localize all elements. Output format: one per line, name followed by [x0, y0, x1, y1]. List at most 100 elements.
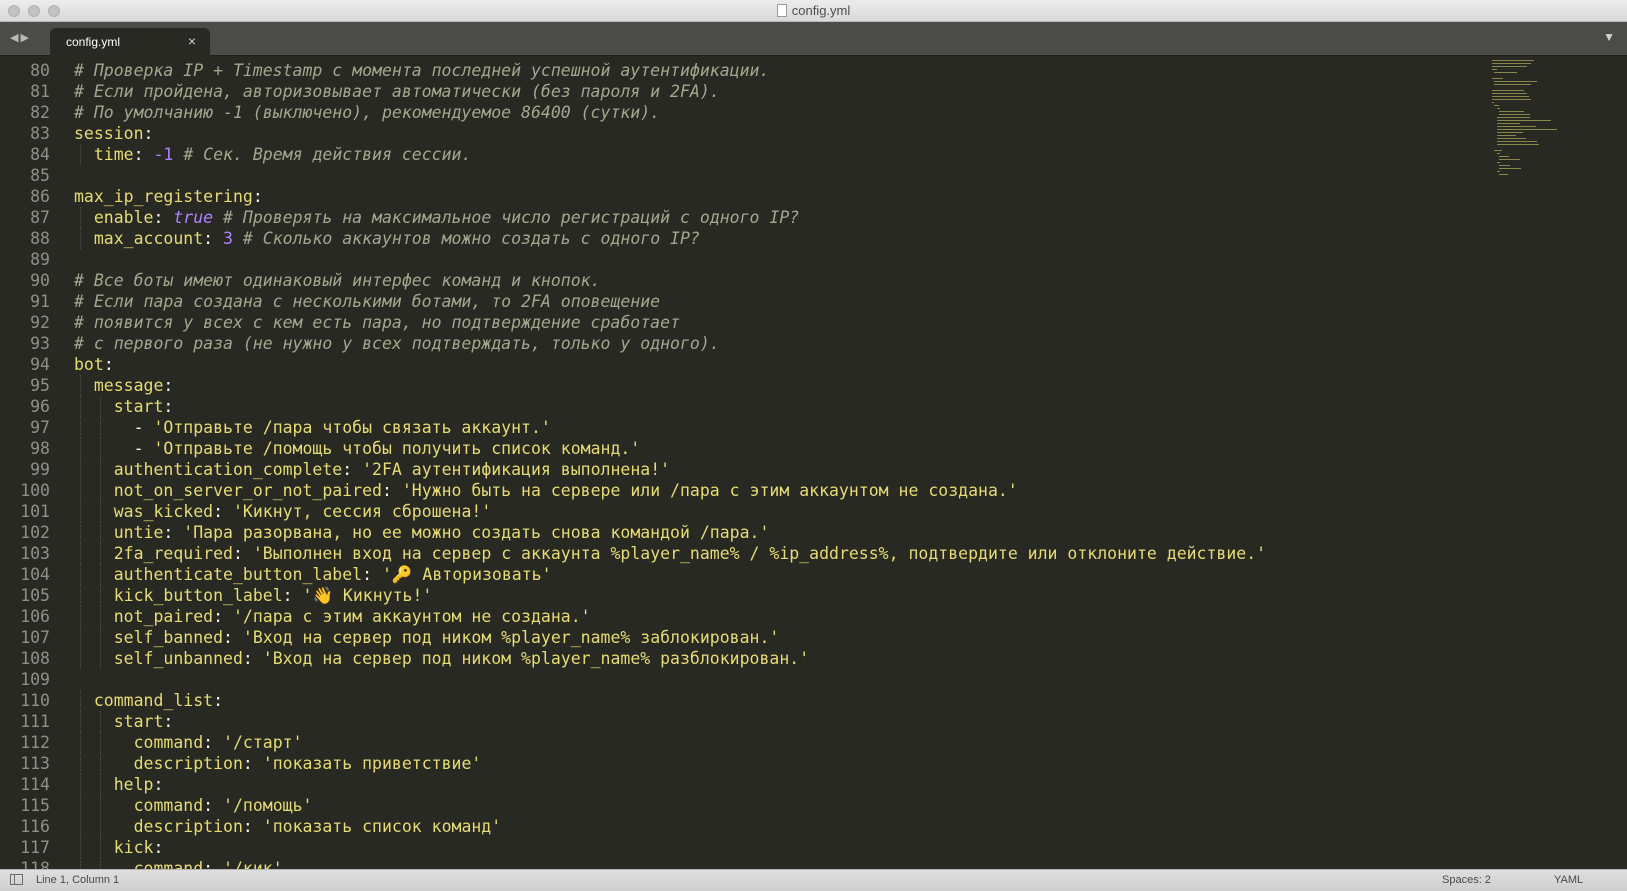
code-token: 'Вход на сервер под ником %player_name% … [242, 628, 780, 647]
code-line[interactable]: # Проверка IP + Timestamp с момента посл… [74, 60, 1474, 81]
document-icon [776, 4, 787, 17]
code-line[interactable]: # Если пройдена, авторизовывает автомати… [74, 81, 1474, 102]
code-line[interactable]: - 'Отправьте /помощь чтобы получить спис… [74, 438, 1474, 459]
code-token: 'Выполнен вход на сервер с аккаунта %pla… [252, 544, 1267, 563]
code-token: not_on_server_or_not_paired [113, 481, 382, 500]
minimap-line [1496, 162, 1500, 163]
minimap-line [1496, 129, 1557, 130]
code-line[interactable]: untie: 'Пара разорвана, но ее можно созд… [74, 522, 1474, 543]
code-line[interactable]: was_kicked: 'Кикнут, сессия сброшена!' [74, 501, 1474, 522]
code-line[interactable]: - 'Отправьте /пара чтобы связать аккаунт… [74, 417, 1474, 438]
line-number: 103 [20, 544, 50, 563]
indentation-setting[interactable]: Spaces: 2 [1442, 874, 1491, 886]
code-token: : [153, 208, 174, 227]
code-line[interactable]: enable: true # Проверять на максимальное… [74, 207, 1474, 228]
code-token: '2FA аутентификация выполнена!' [362, 460, 671, 479]
code-token: : [143, 124, 154, 143]
code-line[interactable]: command_list: [74, 690, 1474, 711]
line-number: 118 [20, 859, 50, 869]
panel-toggle-icon[interactable] [10, 874, 23, 885]
code-token: : [232, 544, 253, 563]
code-line[interactable]: 2fa_required: 'Выполнен вход на сервер с… [74, 543, 1474, 564]
code-token: 'Вход на сервер под ником %player_name% … [262, 649, 810, 668]
minimap-line [1492, 78, 1504, 79]
minimap-line [1492, 60, 1534, 61]
code-line[interactable]: # с первого раза (не нужно у всех подтве… [74, 333, 1474, 354]
code-token: authentication_complete [113, 460, 343, 479]
code-token: 'Нужно быть на сервере или /пара с этим … [401, 481, 1018, 500]
indent-guide [79, 585, 81, 606]
code-line[interactable]: # Если пара создана с несколькими ботами… [74, 291, 1474, 312]
indent-guide [79, 543, 81, 564]
code-line[interactable]: time: -1 # Сек. Время действия сессии. [74, 144, 1474, 165]
dropdown-menu-icon[interactable]: ▼ [1603, 30, 1615, 44]
code-line[interactable]: message: [74, 375, 1474, 396]
code-line[interactable]: command: '/помощь' [74, 795, 1474, 816]
code-line[interactable]: description: 'показать список команд' [74, 816, 1474, 837]
code-token: '/кик' [223, 859, 283, 869]
code-line[interactable]: start: [74, 711, 1474, 732]
code-token: : [103, 355, 114, 374]
indent-guide [99, 837, 101, 858]
indent-guide [99, 564, 101, 585]
code-line[interactable]: self_unbanned: 'Вход на сервер под ником… [74, 648, 1474, 669]
minimap-line [1496, 117, 1531, 118]
tab-label: config.yml [66, 35, 121, 49]
code-token: : [381, 481, 402, 500]
close-icon[interactable]: × [188, 33, 196, 49]
code-line[interactable]: kick_button_label: '👋 Кикнуть!' [74, 585, 1474, 606]
code-token: 2fa_required [113, 544, 233, 563]
line-number: 113 [20, 754, 50, 773]
line-number: 88 [30, 229, 50, 248]
indent-guide [79, 501, 81, 522]
code-token: description [133, 754, 243, 773]
minimap[interactable] [1490, 56, 1627, 386]
code-line[interactable]: not_on_server_or_not_paired: 'Нужно быть… [74, 480, 1474, 501]
code-line[interactable]: # появится у всех с кем есть пара, но по… [74, 312, 1474, 333]
code-line[interactable]: self_banned: 'Вход на сервер под ником %… [74, 627, 1474, 648]
code-view[interactable]: # Проверка IP + Timestamp с момента посл… [74, 60, 1474, 869]
code-line[interactable]: authenticate_button_label: '🔑 Авторизова… [74, 564, 1474, 585]
nav-arrow-icons[interactable]: ◀▶ [10, 31, 31, 44]
code-line[interactable]: description: 'показать приветствие' [74, 753, 1474, 774]
code-line[interactable] [74, 249, 1474, 270]
syntax-mode[interactable]: YAML [1554, 874, 1583, 886]
code-line[interactable] [74, 165, 1474, 186]
line-number: 94 [30, 355, 50, 374]
code-line[interactable]: max_account: 3 # Сколько аккаунтов можно… [74, 228, 1474, 249]
editor-area[interactable]: 80 81 82 83 84 85 86 87 88 89 90 91 92 93 94 95 96 97 98 99… [0, 56, 1627, 869]
line-number: 116 [20, 817, 50, 836]
code-token: authenticate_button_label [113, 565, 363, 584]
indent-guide [79, 774, 81, 795]
indent-guide [79, 648, 81, 669]
code-token: # Если пара создана с несколькими ботами… [74, 292, 661, 311]
code-token: time [93, 145, 134, 164]
code-line[interactable]: kick: [74, 837, 1474, 858]
code-line[interactable]: command: '/старт' [74, 732, 1474, 753]
code-line[interactable]: start: [74, 396, 1474, 417]
indent-guide [99, 732, 101, 753]
code-line[interactable]: session: [74, 123, 1474, 144]
line-number: 117 [20, 838, 50, 857]
code-line[interactable] [74, 669, 1474, 690]
code-line[interactable]: authentication_complete: '2FA аутентифик… [74, 459, 1474, 480]
code-token: message [93, 376, 164, 395]
line-number: 100 [20, 481, 50, 500]
code-line[interactable]: # Все боты имеют одинаковый интерфес ком… [74, 270, 1474, 291]
code-line[interactable]: max_ip_registering: [74, 186, 1474, 207]
minimap-line [1496, 141, 1537, 142]
code-line[interactable]: command: '/кик' [74, 858, 1474, 869]
line-number: 107 [20, 628, 50, 647]
code-line[interactable]: not_paired: '/пара с этим аккаунтом не с… [74, 606, 1474, 627]
code-line[interactable]: bot: [74, 354, 1474, 375]
tab-config-yml[interactable]: config.yml × [50, 28, 210, 56]
code-line[interactable]: # По умолчанию -1 (выключено), рекоменду… [74, 102, 1474, 123]
code-token: : [213, 691, 224, 710]
code-line[interactable]: help: [74, 774, 1474, 795]
minimap-line [1496, 126, 1537, 127]
line-number: 81 [30, 82, 50, 101]
indent-guide [99, 480, 101, 501]
